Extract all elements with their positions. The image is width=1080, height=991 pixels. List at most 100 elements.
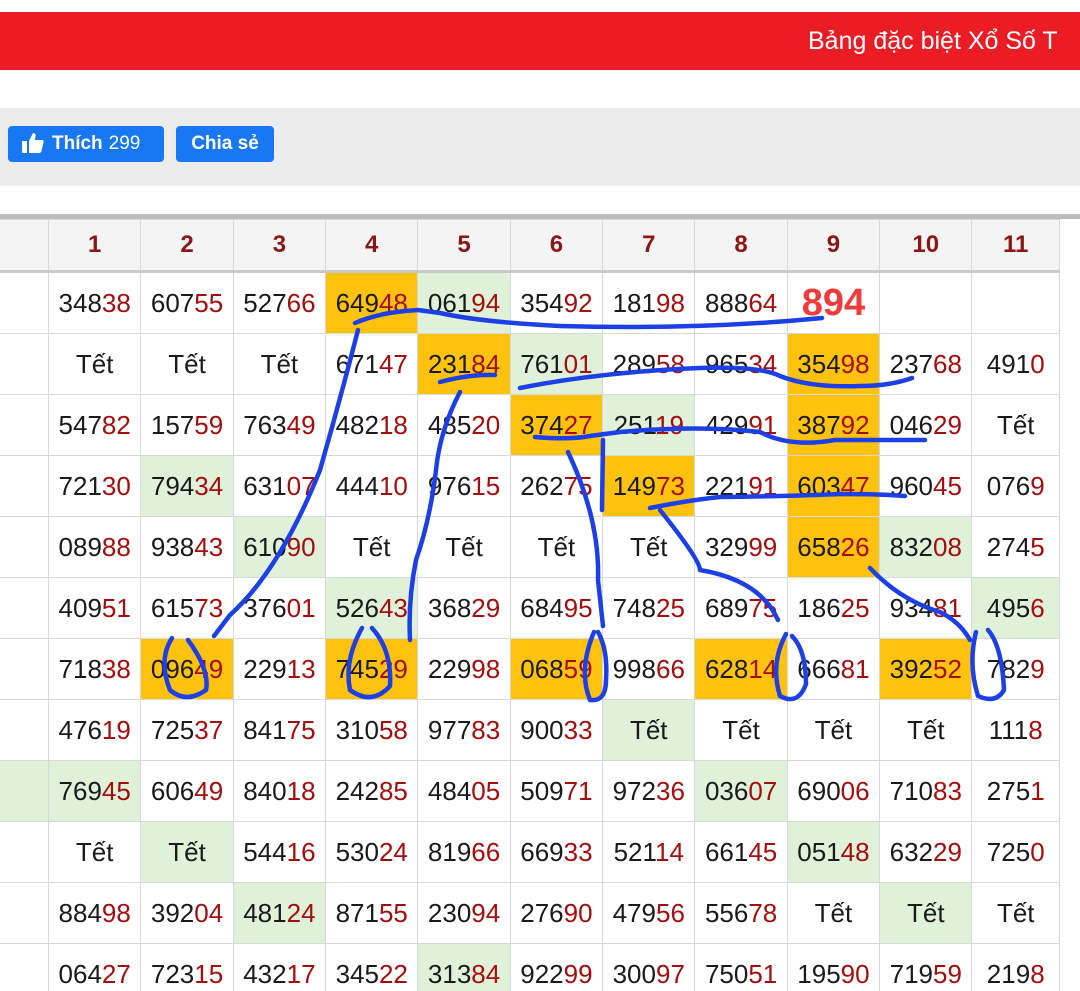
number-lead: 689 <box>705 593 748 623</box>
number-lead: 631 <box>243 471 286 501</box>
number-tail: 94 <box>471 288 500 318</box>
column-header-3: 3 <box>233 220 325 272</box>
result-cell <box>0 395 49 456</box>
number-tail: 17 <box>287 959 316 989</box>
result-cell <box>0 883 49 944</box>
table-row: 4095161573376015264336829684957482568975… <box>0 578 1060 639</box>
result-cell: 37601 <box>233 578 325 639</box>
number-lead: 669 <box>520 837 563 867</box>
table-row: 7213079434631074441097615262751497322191… <box>0 456 1060 517</box>
column-header-9: 9 <box>787 220 879 272</box>
number-lead: 068 <box>520 654 563 684</box>
number-lead: 718 <box>59 654 102 684</box>
result-cell: 18625 <box>787 578 879 639</box>
result-cell: 38792 <box>787 395 879 456</box>
number-lead: 089 <box>59 532 102 562</box>
result-cell: 34838 <box>49 272 141 334</box>
number-lead: 761 <box>520 349 563 379</box>
result-cell: 66933 <box>510 822 602 883</box>
number-tail: 06 <box>841 776 870 806</box>
result-cell: 67147 <box>326 334 418 395</box>
number-tail: 78 <box>748 898 777 928</box>
number-lead: 051 <box>797 837 840 867</box>
number-lead: 329 <box>705 532 748 562</box>
number-tail: 59 <box>564 654 593 684</box>
number-tail: 81 <box>841 654 870 684</box>
number-tail: 56 <box>656 898 685 928</box>
result-cell: 06194 <box>418 272 510 334</box>
result-cell: Tết <box>510 517 602 578</box>
number-tail: 36 <box>656 776 685 806</box>
number-tail: 52 <box>933 654 962 684</box>
number-tail: 22 <box>379 959 408 989</box>
number-lead: 409 <box>59 593 102 623</box>
number-lead: 229 <box>243 654 286 684</box>
number-lead: 262 <box>520 471 563 501</box>
result-cell: 93481 <box>880 578 972 639</box>
result-cell: 61573 <box>141 578 233 639</box>
number-lead: 938 <box>151 532 194 562</box>
result-cell: 48520 <box>418 395 510 456</box>
result-cell: 74529 <box>326 639 418 700</box>
result-cell: 4910 <box>972 334 1060 395</box>
number-lead: 671 <box>336 349 379 379</box>
number-lead: 934 <box>890 593 933 623</box>
share-button[interactable]: Chia sẻ <box>176 126 274 162</box>
result-cell: 09649 <box>141 639 233 700</box>
number-tail: 90 <box>841 959 870 989</box>
number-lead: 725 <box>987 837 1030 867</box>
result-cell: Tết <box>141 334 233 395</box>
number-lead: 666 <box>797 654 840 684</box>
like-button[interactable]: Thích299 <box>8 126 164 162</box>
number-lead: 432 <box>243 959 286 989</box>
result-cell: 7829 <box>972 639 1060 700</box>
number-tail: 15 <box>194 959 223 989</box>
number-lead: 289 <box>613 349 656 379</box>
result-cell <box>972 272 1060 334</box>
result-cell: Tết <box>49 334 141 395</box>
number-tail: 25 <box>841 593 870 623</box>
number-tail: 47 <box>379 349 408 379</box>
number-lead: 888 <box>705 288 748 318</box>
result-cell: 18198 <box>603 272 695 334</box>
result-cell <box>0 700 49 761</box>
number-lead: 444 <box>336 471 379 501</box>
number-lead: 251 <box>614 410 655 440</box>
number-lead: 972 <box>613 776 656 806</box>
table-row: 476197253784175310589778390033TếtTếtTếtT… <box>0 700 1060 761</box>
result-cell: 15759 <box>141 395 233 456</box>
number-lead: 376 <box>243 593 286 623</box>
number-tail: 51 <box>102 593 131 623</box>
result-cell: 81966 <box>418 822 510 883</box>
number-tail: 15 <box>471 471 500 501</box>
result-cell: 7250 <box>972 822 1060 883</box>
result-cell: 68975 <box>695 578 787 639</box>
number-lead: 649 <box>336 288 379 318</box>
number-lead: 036 <box>705 776 748 806</box>
table-row: TếtTếtTết6714723184761012895896534354982… <box>0 334 1060 395</box>
result-cell: 52643 <box>326 578 418 639</box>
result-cell: 37427 <box>510 395 602 456</box>
number-tail: 6 <box>1030 593 1044 623</box>
result-cell: 05148 <box>787 822 879 883</box>
number-tail: 16 <box>287 837 316 867</box>
result-cell: Tết <box>141 822 233 883</box>
result-cell: 79434 <box>141 456 233 517</box>
result-cell: 27690 <box>510 883 602 944</box>
result-cell: 06427 <box>49 944 141 991</box>
result-cell: 62814 <box>695 639 787 700</box>
number-tail: 48 <box>379 288 408 318</box>
number-lead: 658 <box>797 532 840 562</box>
number-lead: 819 <box>428 837 471 867</box>
result-cell: 99866 <box>603 639 695 700</box>
result-cell: 76945 <box>49 761 141 822</box>
number-lead: 769 <box>59 776 102 806</box>
number-tail: 73 <box>194 593 223 623</box>
result-cell: 40951 <box>49 578 141 639</box>
result-cell: 52766 <box>233 272 325 334</box>
number-lead: Tết <box>997 410 1035 440</box>
number-lead: Tết <box>997 898 1035 928</box>
result-cell: 96534 <box>695 334 787 395</box>
result-cell: 2751 <box>972 761 1060 822</box>
column-header-11: 11 <box>972 220 1060 272</box>
